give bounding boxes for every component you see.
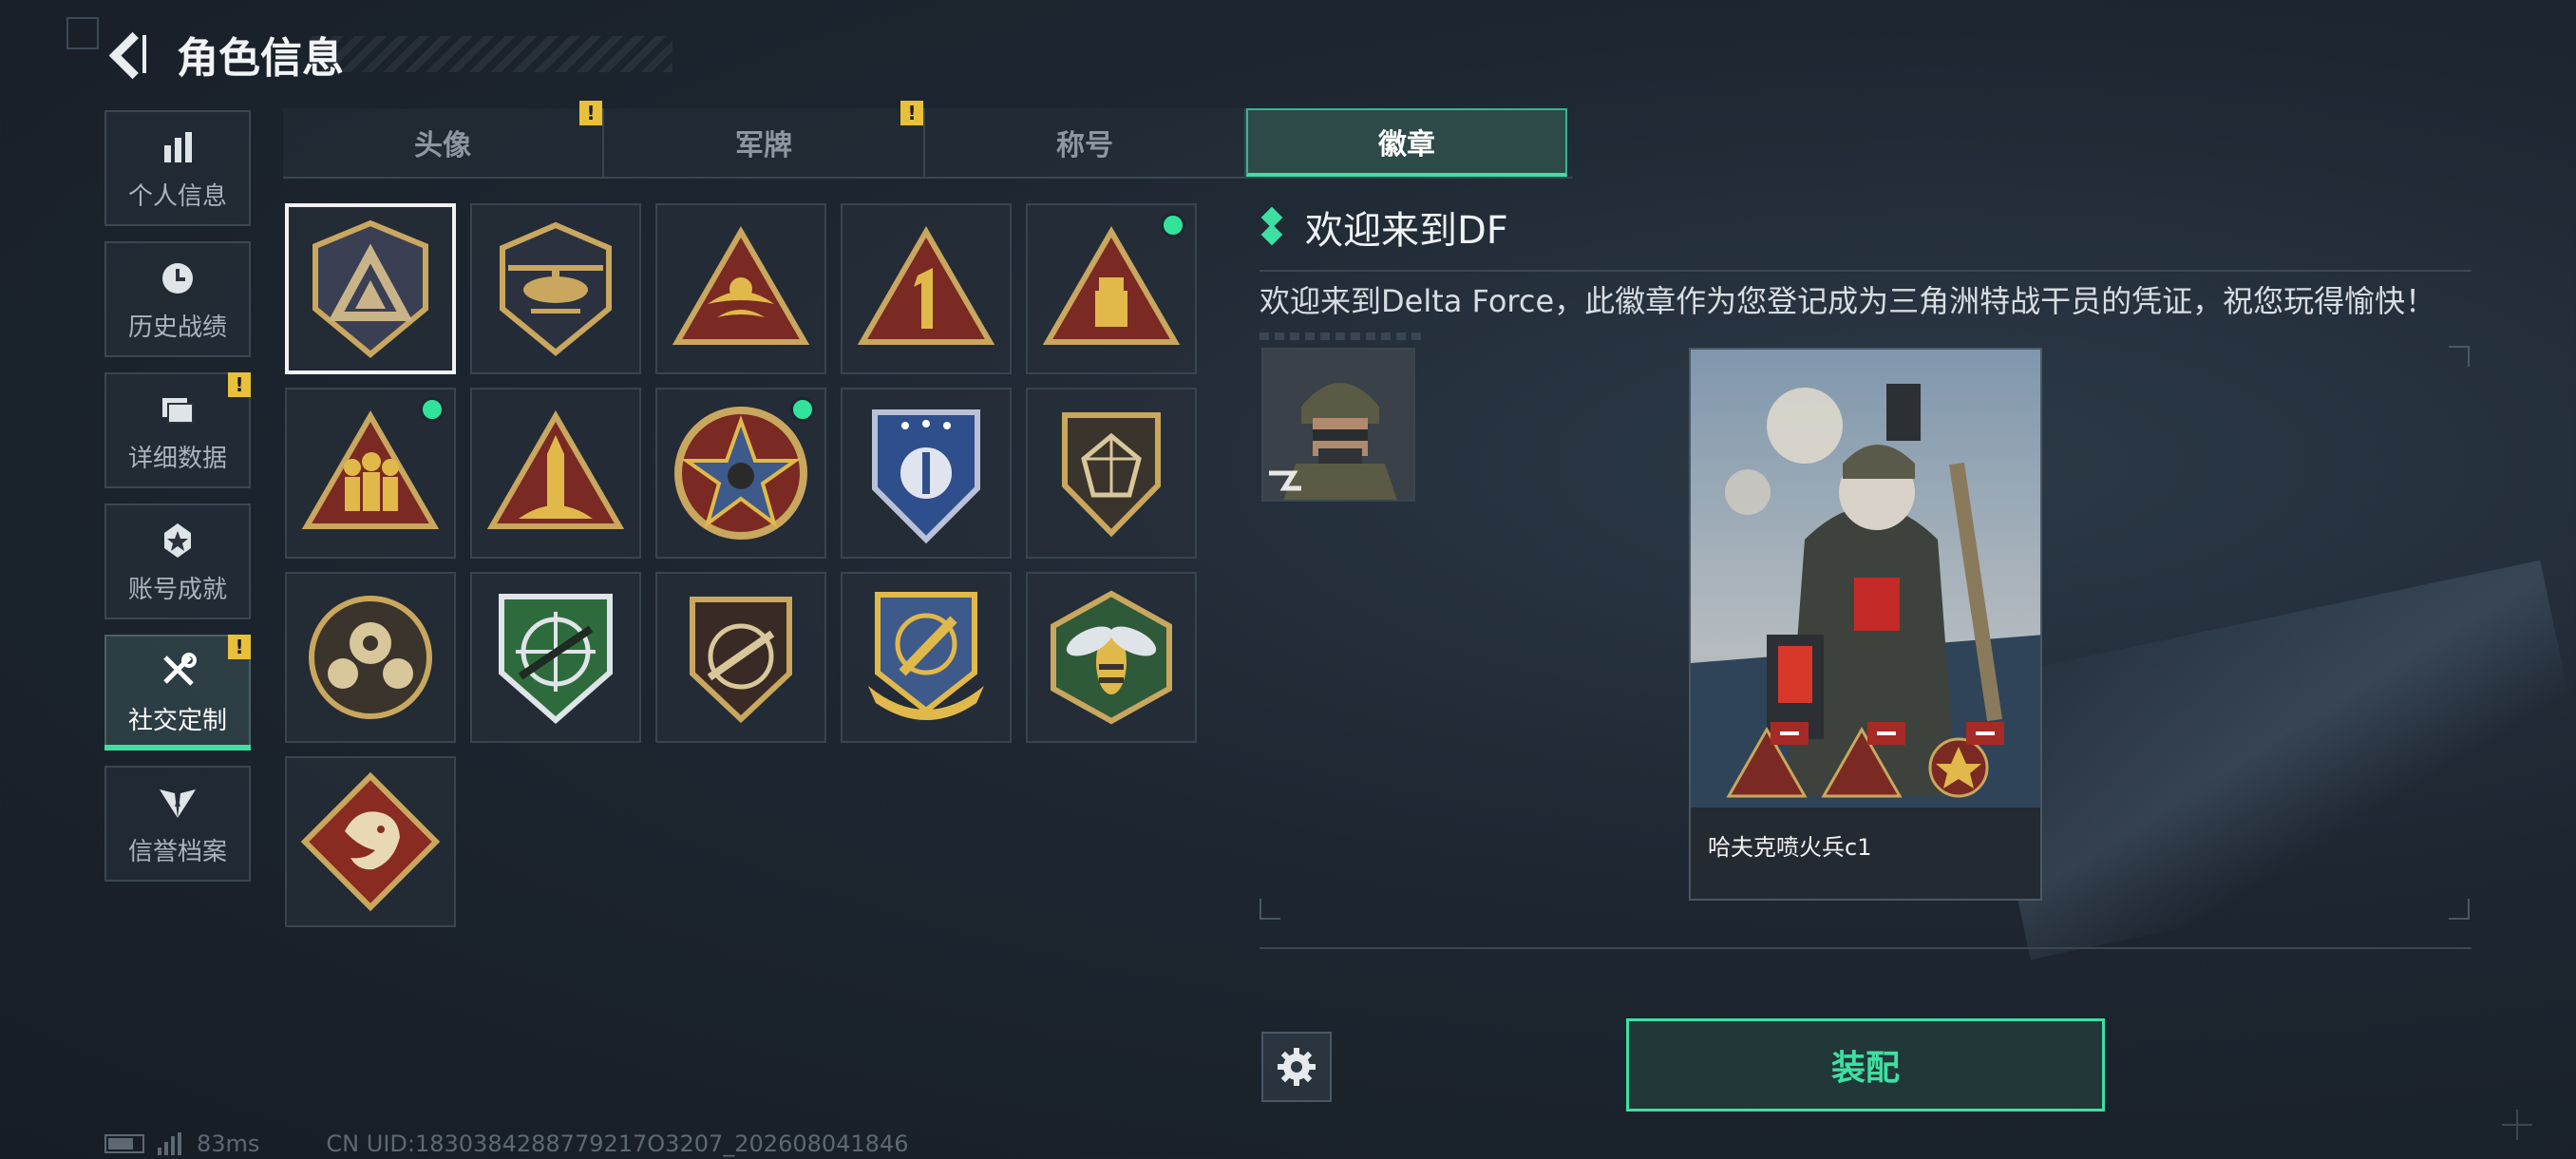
badge-cell[interactable] <box>470 388 641 559</box>
frame-corner <box>1260 899 1280 920</box>
badge-cell[interactable] <box>655 388 826 559</box>
bar-chart-icon <box>156 125 199 169</box>
tab-label: 徽章 <box>1378 128 1435 162</box>
badge-cell[interactable] <box>1026 203 1197 374</box>
tools-icon <box>156 650 199 694</box>
tab-label: 头像 <box>414 129 471 162</box>
wings-shield-icon <box>156 781 199 825</box>
delta-shield-badge-icon <box>313 219 428 358</box>
equip-button[interactable]: 装配 <box>1626 1018 2105 1112</box>
sidebar: 个人信息 历史战绩 ! 详细数据 账号成就 ! 社交定制 信誉档案 <box>104 110 251 897</box>
sidebar-item-label: 详细数据 <box>127 444 227 473</box>
badge-cell[interactable] <box>841 203 1012 374</box>
frame-corner <box>2449 899 2470 920</box>
tab-title[interactable]: 称号 <box>925 108 1246 177</box>
sidebar-item-label: 个人信息 <box>127 181 227 211</box>
police-shield-badge-icon <box>872 409 980 544</box>
badge-cell[interactable] <box>841 388 1012 559</box>
gear-icon <box>1278 1048 1316 1086</box>
bottom-divider <box>1260 947 2472 949</box>
status-bar: 83ms CN UID:1830384288779217O3207_202608… <box>104 1130 909 1157</box>
sidebar-item-label: 账号成就 <box>127 575 227 604</box>
rocket-triangle-badge-icon <box>486 410 625 529</box>
badge-detail-panel: 欢迎来到DF 欢迎来到Delta Force，此徽章作为您登记成为三角洲特战干员… <box>1260 200 2472 340</box>
helicopter-badge-icon <box>500 221 612 356</box>
badge-cell[interactable] <box>841 572 1012 743</box>
warning-badge: ! <box>228 635 251 659</box>
header-hatch-decoration <box>312 36 672 72</box>
dragon-diamond-badge-icon <box>300 771 441 912</box>
category-tabs: 头像 ! 军牌 ! 称号 徽章 <box>283 101 1573 179</box>
dashed-decoration <box>1260 332 1421 340</box>
ping-text: 83ms <box>197 1130 260 1157</box>
preview-caption: 哈夫克喷火兵c1 <box>1691 808 2040 899</box>
number-one-triangle-badge-icon <box>857 226 995 345</box>
title-divider <box>1260 270 2472 272</box>
detail-header: 欢迎来到DF <box>1260 200 2472 255</box>
sidebar-item-label: 历史战绩 <box>127 313 227 342</box>
warning-badge: ! <box>579 101 602 125</box>
sidebar-item-social-customize[interactable]: ! 社交定制 <box>104 635 251 750</box>
warning-badge: ! <box>228 372 251 397</box>
tab-avatar[interactable]: 头像 ! <box>283 101 604 177</box>
badge-cell[interactable] <box>1026 572 1197 743</box>
crosshair-round-badge-icon <box>309 596 432 719</box>
new-indicator-dot <box>1161 213 1185 238</box>
badge-cell[interactable] <box>1026 388 1197 559</box>
clock-icon <box>156 256 199 300</box>
new-indicator-dot <box>420 397 445 422</box>
blade-laurel-badge-icon <box>868 592 984 720</box>
battery-icon <box>104 1134 144 1153</box>
back-arrow-icon[interactable] <box>103 28 156 81</box>
sniper-green-shield-badge-icon <box>499 594 613 724</box>
badge-cell[interactable] <box>285 756 456 927</box>
star-medal-icon <box>156 519 199 562</box>
badge-cell[interactable] <box>285 203 456 374</box>
badge-cell[interactable] <box>655 203 826 374</box>
plus-decoration <box>2502 1110 2532 1140</box>
tab-dog-tag[interactable]: 军牌 ! <box>604 101 925 177</box>
tab-label: 称号 <box>1056 129 1113 162</box>
badge-title: 欢迎来到DF <box>1305 209 1508 253</box>
soldiers-triangle-badge-icon <box>301 410 440 529</box>
page-title: 角色信息 <box>177 34 344 83</box>
warning-badge: ! <box>900 101 923 125</box>
signal-icon <box>158 1132 181 1155</box>
background-light-streak <box>1971 560 2576 960</box>
badge-grid <box>285 203 1197 927</box>
sidebar-item-history[interactable]: 历史战绩 <box>104 241 251 357</box>
sidebar-item-label: 社交定制 <box>127 706 227 735</box>
sidebar-item-detailed-data[interactable]: ! 详细数据 <box>104 372 251 488</box>
settings-button[interactable] <box>1261 1032 1332 1102</box>
uid-text: CN UID:1830384288779217O3207_20260804184… <box>326 1130 909 1157</box>
frame-corner <box>2449 346 2470 367</box>
badge-preview-card: 哈夫克喷火兵c1 <box>1689 348 2042 901</box>
badge-cell[interactable] <box>470 572 641 743</box>
sidebar-item-personal-info[interactable]: 个人信息 <box>104 110 251 226</box>
tab-badge[interactable]: 徽章 <box>1246 108 1567 177</box>
badge-cell[interactable] <box>285 388 456 559</box>
usb-triangle-badge-icon <box>1042 226 1181 345</box>
sidebar-item-reputation[interactable]: 信誉档案 <box>104 766 251 882</box>
badge-description: 欢迎来到Delta Force，此徽章作为您登记成为三角洲特战干员的凭证，祝您玩… <box>1260 283 2436 319</box>
badge-cell[interactable] <box>470 203 641 374</box>
star-round-badge-icon <box>674 407 807 540</box>
hornet-hexagon-badge-icon <box>1051 590 1172 725</box>
tab-label: 军牌 <box>735 129 792 162</box>
soldier-portrait-icon <box>1263 350 1413 500</box>
corner-frame-decoration <box>66 17 99 49</box>
wings-triangle-badge-icon <box>672 226 810 345</box>
player-avatar <box>1261 348 1415 502</box>
sidebar-item-label: 信誉档案 <box>127 837 227 866</box>
badge-cell[interactable] <box>285 572 456 743</box>
diamond-marker-icon <box>1260 206 1284 246</box>
sidebar-item-achievements[interactable]: 账号成就 <box>104 504 251 619</box>
new-indicator-dot <box>790 397 815 422</box>
rifle-shield-badge-icon <box>690 597 792 724</box>
page-header: 角色信息 <box>103 21 672 87</box>
badge-cell[interactable] <box>655 572 826 743</box>
gem-shield-badge-icon <box>1062 412 1161 538</box>
folder-icon <box>156 388 199 431</box>
